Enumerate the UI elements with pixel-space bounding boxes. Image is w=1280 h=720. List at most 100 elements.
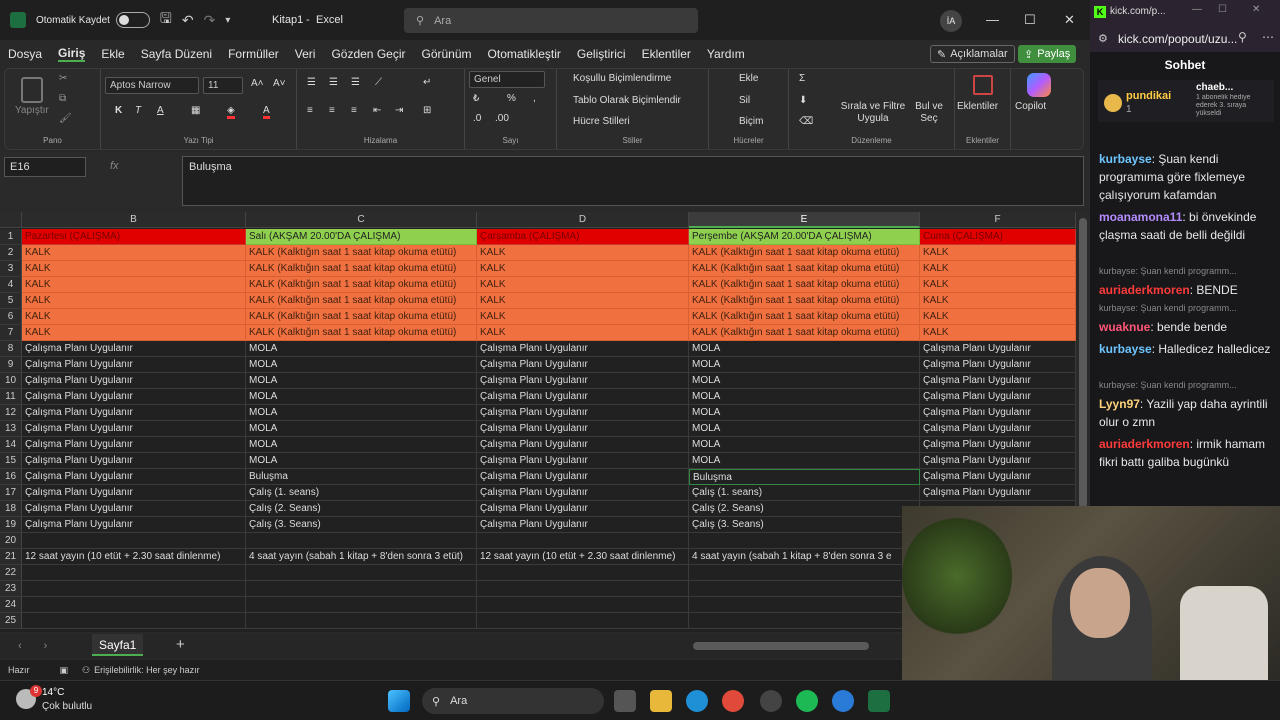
- cell[interactable]: MOLA: [246, 437, 477, 453]
- row-header[interactable]: 22: [0, 565, 22, 581]
- cell[interactable]: MOLA: [689, 341, 920, 357]
- cell[interactable]: Çalışma Planı Uygulanır: [22, 469, 246, 485]
- cell[interactable]: MOLA: [246, 341, 477, 357]
- pinned-user-2[interactable]: chaeb...: [1196, 82, 1233, 93]
- cell[interactable]: Çalış (3. Seans): [246, 517, 477, 533]
- row-header[interactable]: 11: [0, 389, 22, 405]
- cell[interactable]: Çalışma Planı Uygulanır: [477, 373, 689, 389]
- row-header[interactable]: 14: [0, 437, 22, 453]
- cell[interactable]: Çalışma Planı Uygulanır: [22, 341, 246, 357]
- cell[interactable]: Çalışma Planı Uygulanır: [920, 357, 1076, 373]
- name-box[interactable]: E16: [4, 157, 86, 177]
- cell[interactable]: [22, 533, 246, 549]
- cell[interactable]: [246, 533, 477, 549]
- tab-7[interactable]: Görünüm: [422, 47, 472, 61]
- cell[interactable]: KALK: [920, 325, 1076, 341]
- search-box[interactable]: ⚲ Ara: [404, 8, 698, 33]
- prev-sheet-icon[interactable]: ‹: [18, 640, 22, 652]
- cell[interactable]: 12 saat yayın (10 etüt + 2.30 saat dinle…: [477, 549, 689, 565]
- tab-3[interactable]: Sayfa Düzeni: [141, 47, 212, 61]
- url-bar[interactable]: kick.com/popout/uzu...: [1118, 32, 1237, 46]
- font-name-select[interactable]: Aptos Narrow: [105, 77, 199, 94]
- cell[interactable]: KALK: [920, 245, 1076, 261]
- row-header[interactable]: 19: [0, 517, 22, 533]
- cell[interactable]: [689, 565, 920, 581]
- column-header[interactable]: F: [920, 212, 1076, 228]
- cell[interactable]: KALK: [477, 293, 689, 309]
- cell[interactable]: KALK (Kalktığın saat 1 saat kitap okuma …: [689, 293, 920, 309]
- cell[interactable]: Buluşma: [689, 469, 920, 485]
- sort-filter-button[interactable]: Sırala ve Filtre Uygula: [839, 101, 907, 125]
- decrease-decimal-icon[interactable]: .00: [495, 113, 509, 124]
- cell[interactable]: 4 saat yayın (sabah 1 kitap + 8'den sonr…: [246, 549, 477, 565]
- paste-button[interactable]: Yapıştır: [15, 105, 49, 116]
- cell[interactable]: Çarşamba (ÇALIŞMA): [477, 229, 689, 245]
- cell[interactable]: KALK: [477, 277, 689, 293]
- cell[interactable]: Çalışma Planı Uygulanır: [920, 485, 1076, 501]
- row-header[interactable]: 4: [0, 277, 22, 293]
- cell[interactable]: Çalışma Planı Uygulanır: [920, 421, 1076, 437]
- browser-search-icon[interactable]: ⚲: [1238, 30, 1247, 44]
- cell[interactable]: Çalış (1. seans): [689, 485, 920, 501]
- cell[interactable]: [22, 581, 246, 597]
- row-header[interactable]: 1: [0, 229, 22, 245]
- fx-icon[interactable]: fx: [110, 160, 119, 172]
- cell[interactable]: Çalışma Planı Uygulanır: [477, 485, 689, 501]
- cell[interactable]: KALK: [22, 293, 246, 309]
- cell[interactable]: Çalışma Planı Uygulanır: [477, 405, 689, 421]
- column-header[interactable]: C: [246, 212, 477, 228]
- cell[interactable]: [22, 565, 246, 581]
- tab-2[interactable]: Ekle: [101, 47, 124, 61]
- cell[interactable]: KALK: [477, 261, 689, 277]
- cell[interactable]: Çalış (1. seans): [246, 485, 477, 501]
- cell[interactable]: KALK: [920, 277, 1076, 293]
- close-icon[interactable]: ✕: [1064, 12, 1075, 28]
- cell[interactable]: KALK: [920, 293, 1076, 309]
- cell[interactable]: Çalış (2. Seans): [246, 501, 477, 517]
- increase-indent-icon[interactable]: ⇥: [395, 105, 403, 116]
- cell[interactable]: Çalışma Planı Uygulanır: [477, 357, 689, 373]
- cell[interactable]: KALK (Kalktığın saat 1 saat kitap okuma …: [689, 325, 920, 341]
- cell-styles-button[interactable]: Hücre Stilleri: [573, 116, 630, 127]
- fill-color-icon[interactable]: ◈: [227, 105, 235, 119]
- cell[interactable]: Çalışma Planı Uygulanır: [920, 453, 1076, 469]
- horizontal-scrollbar[interactable]: [693, 642, 869, 650]
- row-header[interactable]: 5: [0, 293, 22, 309]
- currency-icon[interactable]: ₺: [473, 93, 479, 104]
- row-header[interactable]: 12: [0, 405, 22, 421]
- share-button[interactable]: ⇪ Paylaş: [1018, 45, 1077, 63]
- cell[interactable]: Çalışma Planı Uygulanır: [22, 389, 246, 405]
- cell[interactable]: Çalışma Planı Uygulanır: [920, 469, 1076, 485]
- cut-icon[interactable]: ✂: [59, 73, 67, 84]
- tab-6[interactable]: Gözden Geçir: [331, 47, 405, 61]
- file-explorer-icon[interactable]: [650, 690, 672, 712]
- cell[interactable]: MOLA: [689, 437, 920, 453]
- align-right-icon[interactable]: ≡: [351, 105, 357, 116]
- copilot-icon[interactable]: [1027, 73, 1051, 97]
- grow-font-icon[interactable]: A˄: [251, 78, 264, 89]
- row-header[interactable]: 9: [0, 357, 22, 373]
- cell[interactable]: [477, 597, 689, 613]
- browser-close-icon[interactable]: ✕: [1252, 4, 1260, 15]
- chat-username[interactable]: Lyyn97: [1099, 397, 1140, 411]
- font-size-select[interactable]: 11: [203, 77, 243, 94]
- cell[interactable]: MOLA: [246, 453, 477, 469]
- cell[interactable]: [477, 533, 689, 549]
- column-header[interactable]: D: [477, 212, 689, 228]
- cell[interactable]: [689, 533, 920, 549]
- task-view-icon[interactable]: [614, 690, 636, 712]
- tab-5[interactable]: Veri: [295, 47, 316, 61]
- cell[interactable]: MOLA: [246, 373, 477, 389]
- browser-minimize-icon[interactable]: —: [1192, 4, 1202, 15]
- format-painter-icon[interactable]: 🖌: [59, 113, 72, 124]
- cell[interactable]: Çalışma Planı Uygulanır: [22, 405, 246, 421]
- tab-8[interactable]: Otomatikleştir: [488, 47, 561, 61]
- align-middle-icon[interactable]: ☰: [329, 77, 338, 88]
- conditional-format-button[interactable]: Koşullu Biçimlendirme: [573, 73, 671, 84]
- cell[interactable]: KALK (Kalktığın saat 1 saat kitap okuma …: [246, 309, 477, 325]
- cell[interactable]: Çalışma Planı Uygulanır: [477, 517, 689, 533]
- obs-icon[interactable]: [760, 690, 782, 712]
- cell[interactable]: KALK (Kalktığın saat 1 saat kitap okuma …: [689, 309, 920, 325]
- cell[interactable]: Çalışma Planı Uygulanır: [920, 389, 1076, 405]
- cell[interactable]: [477, 581, 689, 597]
